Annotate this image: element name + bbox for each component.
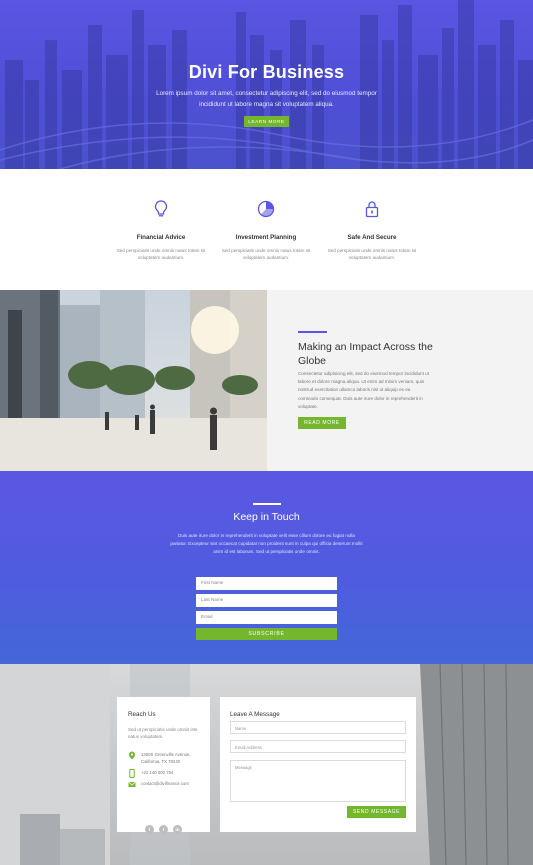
lock-icon — [365, 201, 379, 218]
last-name-input[interactable]: Last Name — [196, 594, 337, 607]
feature-text: Sed perspiciatis unde omnis natus totam … — [327, 248, 417, 261]
city-street-photo — [0, 290, 267, 471]
feature-title: Safe And Secure — [347, 234, 397, 241]
accent-divider — [298, 331, 327, 333]
linkedin-icon[interactable]: in — [173, 825, 182, 834]
reach-us-heading: Reach Us — [128, 711, 156, 718]
impact-heading: Making an Impact Across the Globe — [298, 341, 433, 367]
message-textarea[interactable]: Message — [230, 760, 406, 802]
read-more-button[interactable]: READ MORE — [298, 417, 346, 429]
feature-safe-and-secure: Safe And Secure Sed perspiciatis unde om… — [317, 199, 427, 262]
accent-divider — [253, 503, 281, 505]
feature-title: Investment Planning — [235, 234, 297, 241]
feature-financial-advice: Financial Advice Sed perspiciatis unde o… — [106, 199, 216, 262]
features-section: Financial Advice Sed perspiciatis unde o… — [0, 169, 533, 290]
city-skyline-image — [0, 0, 533, 169]
feature-investment-planning: Investment Planning Sed perspiciatis und… — [211, 199, 321, 262]
newsletter-text: Duis aute irure dolor in reprehenderit i… — [170, 533, 363, 555]
hero-section: Divi For Business Lorem ipsum dolor sit … — [0, 0, 533, 169]
feature-text: Sed perspiciatis unde omnis natus totam … — [116, 248, 206, 261]
contact-section: Reach Us Sed ut perspiciatis unde omnis … — [0, 664, 533, 865]
feature-text: Sed perspiciatis unde omnis natus totam … — [221, 248, 311, 261]
reach-us-text: Sed ut perspiciatis unde omnis iste natu… — [128, 727, 198, 740]
message-form-card: Leave A Message Name Email Address Messa… — [220, 697, 416, 832]
hero-title: Divi For Business — [188, 62, 345, 82]
phone-icon — [129, 769, 135, 778]
newsletter-section: Keep in Touch Duis aute irure dolor in r… — [0, 471, 533, 664]
reach-us-card: Reach Us Sed ut perspiciatis unde omnis … — [117, 697, 210, 834]
email-address-input[interactable]: Email Address — [230, 740, 406, 753]
facebook-icon[interactable]: f — [145, 825, 154, 834]
send-message-button[interactable]: SEND MESSAGE — [347, 806, 406, 818]
impact-text: Consectetur adipisicing elit, sed do eiu… — [298, 371, 429, 409]
pie-chart-icon — [257, 200, 275, 218]
name-input[interactable]: Name — [230, 721, 406, 734]
feature-title: Financial Advice — [136, 234, 186, 241]
message-form-heading: Leave A Message — [230, 711, 280, 718]
learn-more-button[interactable]: LEARN MORE — [244, 116, 289, 127]
impact-section: Making an Impact Across the Globe Consec… — [0, 290, 533, 471]
hero-subtitle: Lorem ipsum dolor sit amet, consectetur … — [156, 90, 377, 108]
address-text: 1300S Greenville Avenue, California, TX … — [141, 752, 191, 764]
map-pin-icon — [129, 751, 135, 760]
first-name-input[interactable]: First Name — [196, 577, 337, 590]
email-input[interactable]: Email — [196, 611, 337, 624]
newsletter-heading: Keep in Touch — [233, 511, 300, 523]
twitter-icon[interactable]: t — [159, 825, 168, 834]
subscribe-button[interactable]: SUBSCRIBE — [196, 628, 337, 640]
email-link[interactable]: contact@divifinance.com — [141, 780, 209, 787]
lightbulb-icon — [154, 200, 168, 217]
phone-text: +22 140 000 754 — [141, 770, 174, 775]
envelope-icon — [128, 781, 136, 787]
